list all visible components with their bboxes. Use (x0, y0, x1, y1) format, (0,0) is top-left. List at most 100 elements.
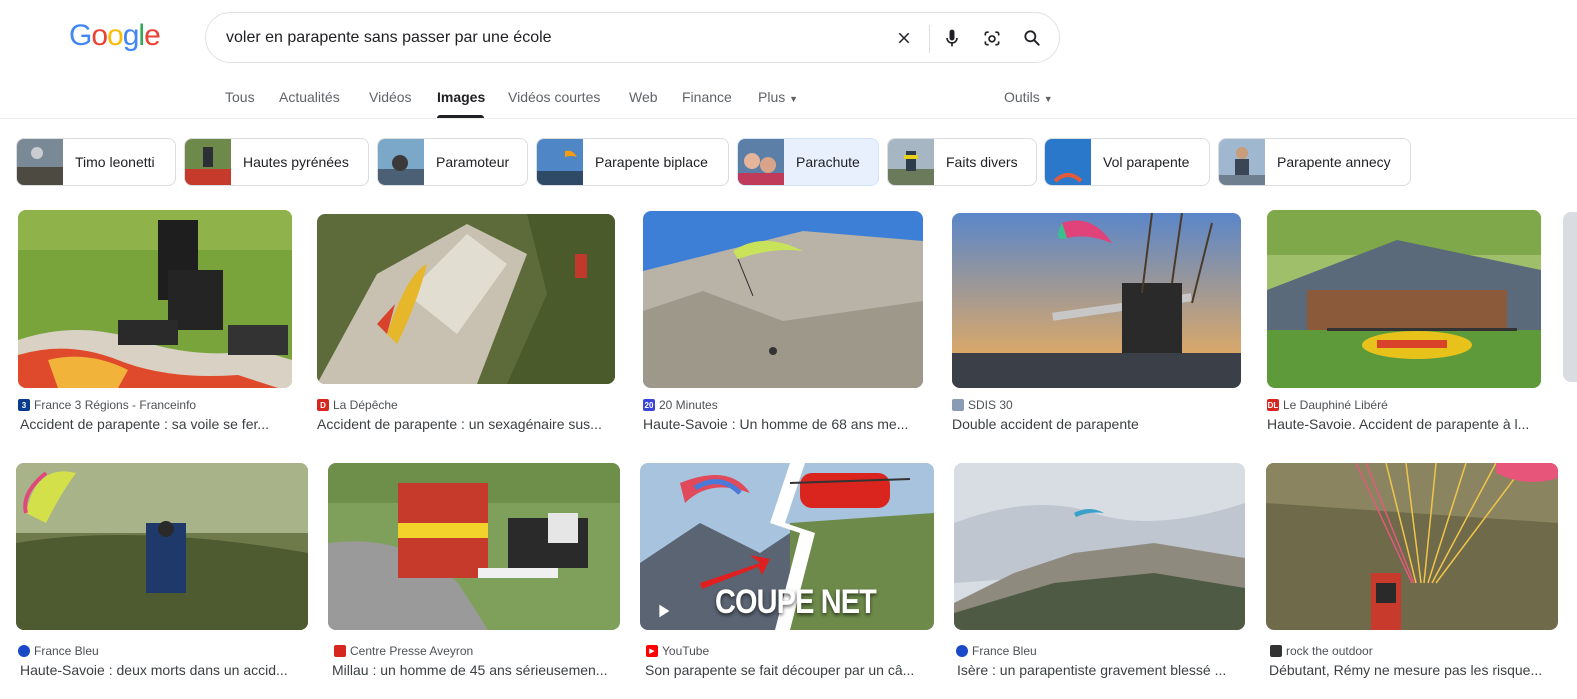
chip-label: Parapente annecy (1277, 154, 1391, 170)
tab-plus[interactable]: Plus ▼ (758, 89, 798, 105)
source-name: La Dépêche (333, 398, 398, 412)
chip-thumbnail (888, 139, 934, 185)
result-title: Isère : un parapentiste gravement blessé… (957, 662, 1227, 678)
logo-letter: e (144, 19, 161, 52)
result-source: DL Le Dauphiné Libéré (1267, 398, 1388, 412)
chip-label: Paramoteur (436, 154, 510, 170)
result-title: Haute-Savoie : deux morts dans un accid.… (20, 662, 288, 678)
close-icon[interactable] (890, 24, 918, 52)
favicon-icon: 3 (18, 399, 30, 411)
source-name: France 3 Régions - Franceinfo (34, 398, 197, 412)
image-result[interactable]: France Bleu Haute-Savoie : deux morts da… (16, 463, 308, 689)
result-title: Accident de parapente : sa voile se fer.… (20, 416, 270, 432)
result-source: Centre Presse Aveyron (334, 644, 473, 658)
youtube-icon: ▶ (646, 645, 658, 657)
play-icon (659, 604, 670, 618)
result-title: Accident de parapente : un sexagénaire s… (317, 416, 602, 432)
google-logo[interactable]: Google (69, 19, 161, 53)
mic-icon[interactable] (938, 24, 966, 52)
image-result[interactable]: Centre Presse Aveyron Millau : un homme … (328, 463, 620, 689)
tab-actualites[interactable]: Actualités (279, 89, 340, 105)
result-thumbnail (317, 214, 615, 384)
logo-letter: g (122, 19, 140, 52)
header-divider (0, 118, 1577, 119)
result-title: Débutant, Rémy ne mesure pas les risque.… (1269, 662, 1543, 678)
tab-tous[interactable]: Tous (225, 89, 255, 105)
result-title: Double accident de parapente (952, 416, 1139, 432)
image-result[interactable]: DL Le Dauphiné Libéré Haute-Savoie. Accid… (1267, 210, 1541, 436)
chip-label: Hautes pyrénées (243, 154, 349, 170)
favicon-icon (1270, 645, 1282, 657)
image-result[interactable]: SDIS 30 Double accident de parapente (952, 213, 1241, 436)
result-thumbnail (954, 463, 1245, 630)
source-name: France Bleu (972, 644, 1037, 658)
source-name: Le Dauphiné Libéré (1283, 398, 1388, 412)
chip-parachute[interactable]: Parachute (737, 138, 879, 186)
chip-label: Vol parapente (1103, 154, 1190, 170)
result-thumbnail (328, 463, 620, 630)
result-title: Haute-Savoie. Accident de parapente à l.… (1267, 416, 1530, 432)
result-title: Son parapente se fait découper par un câ… (645, 662, 915, 678)
image-result[interactable]: rock the outdoor Débutant, Rémy ne mesur… (1266, 463, 1558, 689)
tab-plus-label: Plus (758, 89, 786, 105)
favicon-icon (18, 645, 30, 657)
lens-icon[interactable] (978, 24, 1006, 52)
source-name: Centre Presse Aveyron (350, 644, 474, 658)
logo-letter: G (69, 19, 92, 52)
search-icon[interactable] (1018, 24, 1046, 52)
tab-finance[interactable]: Finance (682, 89, 732, 105)
result-thumbnail: COUPE NET (640, 463, 934, 630)
result-thumbnail (16, 463, 308, 630)
chip-thumbnail (185, 139, 231, 185)
chip-label: Faits divers (946, 154, 1018, 170)
partial-result-thumbnail (1563, 212, 1577, 382)
result-thumbnail (643, 211, 923, 388)
thumbnail-overlay-text: COUPE NET (715, 583, 877, 621)
image-result[interactable]: D La Dépêche Accident de parapente : un s… (317, 214, 615, 436)
result-source: France Bleu (956, 644, 1037, 658)
source-name: 20 Minutes (659, 398, 718, 412)
tab-videos-courtes[interactable]: Vidéos courtes (508, 89, 600, 105)
source-name: SDIS 30 (968, 398, 1013, 412)
source-name: France Bleu (34, 644, 99, 658)
logo-letter: o (107, 19, 124, 52)
chip-parapente-annecy[interactable]: Parapente annecy (1218, 138, 1411, 186)
favicon-icon: D (317, 399, 329, 411)
source-name: rock the outdoor (1286, 644, 1373, 658)
favicon-icon (956, 645, 968, 657)
chip-parapente-biplace[interactable]: Parapente biplace (536, 138, 729, 186)
chip-vol-parapente[interactable]: Vol parapente (1044, 138, 1210, 186)
favicon-icon (334, 645, 346, 657)
search-input[interactable] (226, 13, 866, 62)
tools-button[interactable]: Outils ▼ (1004, 89, 1053, 105)
tab-images[interactable]: Images (437, 89, 485, 105)
result-source: rock the outdoor (1270, 644, 1373, 658)
tab-videos[interactable]: Vidéos (369, 89, 412, 105)
chip-label: Parachute (796, 154, 860, 170)
chip-label: Timo leonetti (75, 154, 155, 170)
image-result[interactable]: COUPE NET ▶ YouTube Son parapente se fait… (640, 463, 934, 689)
result-source: 3 France 3 Régions - Franceinfo (18, 398, 196, 412)
tab-web[interactable]: Web (629, 89, 658, 105)
result-source: SDIS 30 (952, 398, 1013, 412)
favicon-icon (952, 399, 964, 411)
chip-timo-leonetti[interactable]: Timo leonetti (16, 138, 176, 186)
result-thumbnail (18, 210, 292, 388)
result-thumbnail (952, 213, 1241, 388)
caret-down-icon: ▼ (789, 94, 799, 104)
chip-thumbnail (537, 139, 583, 185)
logo-letter: o (91, 19, 108, 52)
chip-hautes-pyrenees[interactable]: Hautes pyrénées (184, 138, 369, 186)
chip-thumbnail (378, 139, 424, 185)
chip-paramoteur[interactable]: Paramoteur (377, 138, 528, 186)
source-name: YouTube (662, 644, 710, 658)
image-result[interactable]: 20 20 Minutes Haute-Savoie : Un homme de … (643, 211, 923, 436)
image-result[interactable]: France Bleu Isère : un parapentiste grav… (954, 463, 1245, 689)
result-title: Haute-Savoie : Un homme de 68 ans me... (643, 416, 909, 432)
result-title: Millau : un homme de 45 ans sérieusemen.… (332, 662, 608, 678)
image-result[interactable]: 3 France 3 Régions - Franceinfo Accident … (18, 210, 292, 436)
chip-thumbnail (1045, 139, 1091, 185)
result-source: France Bleu (18, 644, 99, 658)
chip-faits-divers[interactable]: Faits divers (887, 138, 1037, 186)
chip-thumbnail (17, 139, 63, 185)
